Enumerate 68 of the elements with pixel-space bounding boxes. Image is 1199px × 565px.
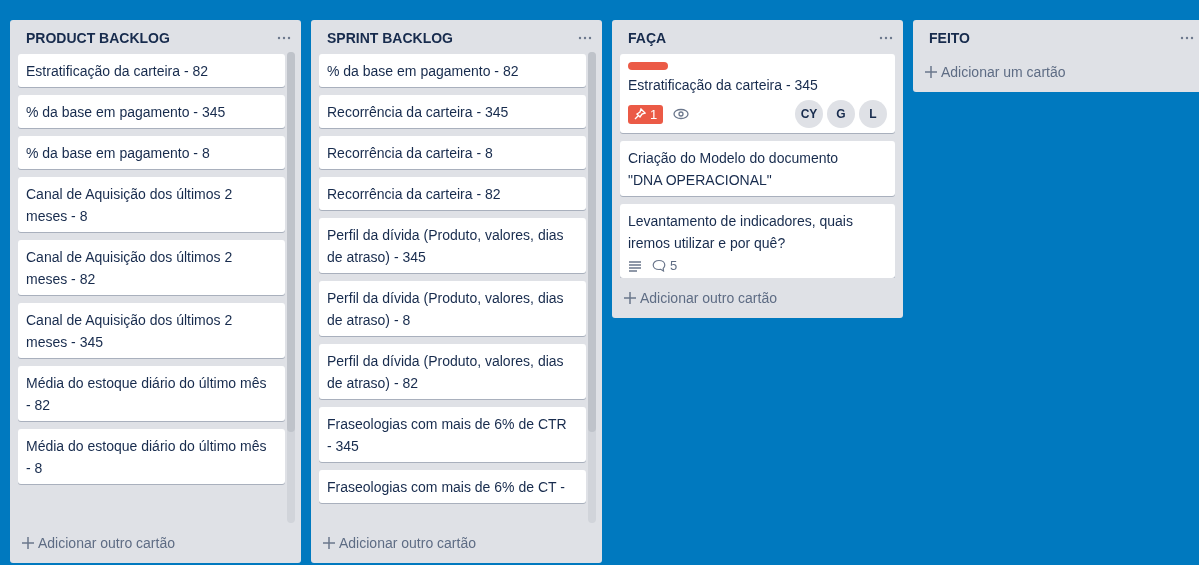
card[interactable]: % da base em pagamento - 8 (18, 136, 285, 169)
more-icon[interactable] (1180, 36, 1194, 40)
card[interactable]: Média do estoque diário do último mês - 82 (18, 366, 285, 421)
list-title[interactable]: PRODUCT BACKLOG (26, 30, 170, 46)
comment-count: 5 (670, 258, 678, 273)
pin-icon (634, 108, 646, 120)
card-title: Perfil da dívida (Produto, valores, dias de atraso) - 8 (327, 289, 565, 330)
description-icon (628, 259, 642, 272)
list-title[interactable]: SPRINT BACKLOG (327, 30, 453, 46)
add-card-button[interactable]: Adicionar um cartão (921, 60, 1196, 84)
more-icon[interactable] (578, 36, 592, 40)
plus-icon (925, 66, 937, 78)
card[interactable]: Recorrência da carteira - 345 (319, 95, 586, 128)
card[interactable]: Canal de Aquisição dos últimos 2 meses - 82 (18, 240, 285, 295)
card-title: Estratificação da carteira - 82 (26, 62, 210, 81)
add-card-button[interactable]: Adicionar outro cartão (18, 531, 293, 555)
card[interactable]: Perfil da dívida (Produto, valores, dias de atraso) - 8 (319, 281, 586, 336)
card-title: Fraseologias com mais de 6% de CTR - 345 (327, 415, 568, 456)
card-title: Fraseologias com mais de 6% de CT - (327, 478, 566, 497)
card[interactable]: Canal de Aquisição dos últimos 2 meses - 8 (18, 177, 285, 232)
comment-icon (652, 259, 666, 272)
pin-badge: 1 (628, 104, 664, 124)
plus-icon (624, 292, 636, 304)
member-avatar[interactable]: L (859, 100, 887, 128)
more-icon[interactable] (879, 36, 893, 40)
card-title: Perfil da dívida (Produto, valores, dias de atraso) - 82 (327, 352, 565, 393)
card[interactable]: Estratificação da carteira - 82 (18, 54, 285, 87)
card-title: Canal de Aquisição dos últimos 2 meses - 8 (26, 185, 234, 226)
card[interactable]: Média do estoque diário do último mês - 8 (18, 429, 285, 484)
card-title: Canal de Aquisição dos últimos 2 meses - 82 (26, 248, 234, 289)
plus-icon (323, 537, 335, 549)
card-title: Criação do Modelo do documento "DNA OPERACIONAL" (628, 149, 840, 190)
card[interactable]: Canal de Aquisição dos últimos 2 meses - 345 (18, 303, 285, 358)
card[interactable]: Recorrência da carteira - 8 (319, 136, 586, 169)
card[interactable]: Fraseologias com mais de 6% de CT - (319, 470, 586, 503)
card-title: Estratificação da carteira - 345 (628, 76, 819, 95)
card-title: Recorrência da carteira - 345 (327, 103, 510, 122)
list-title[interactable]: FEITO (929, 30, 970, 46)
card[interactable]: Fraseologias com mais de 6% de CTR - 345 (319, 407, 586, 462)
card-title: Canal de Aquisição dos últimos 2 meses - 345 (26, 311, 234, 352)
scrollbar[interactable] (588, 52, 596, 523)
plus-icon (22, 537, 34, 549)
card-title: Perfil da dívida (Produto, valores, dias de atraso) - 345 (327, 226, 565, 267)
card-title: % da base em pagamento - 345 (26, 103, 227, 122)
card[interactable]: Criação do Modelo do documento "DNA OPERACIONAL" (620, 141, 895, 196)
member-avatar[interactable]: CY (795, 100, 823, 128)
card-title: Média do estoque diário do último mês - 8 (26, 437, 268, 478)
card-title: Recorrência da carteira - 8 (327, 144, 494, 163)
list-title[interactable]: FAÇA (628, 30, 667, 46)
card[interactable]: Estratificação da carteira - 345 1 CY G L (620, 54, 895, 133)
more-icon[interactable] (277, 36, 291, 40)
card-title: Recorrência da carteira - 82 (327, 185, 502, 204)
card[interactable]: Recorrência da carteira - 82 (319, 177, 586, 210)
eye-icon (673, 108, 690, 120)
card-title: % da base em pagamento - 8 (26, 144, 211, 163)
card-title: Média do estoque diário do último mês - 82 (26, 374, 268, 415)
add-card-button[interactable]: Adicionar outro cartão (620, 286, 895, 310)
card-title: Levantamento de indicadores, quais iremos utilizar e por quê? (628, 212, 854, 253)
add-card-button[interactable]: Adicionar outro cartão (319, 531, 594, 555)
member-avatar[interactable]: G (827, 100, 855, 128)
card[interactable]: Levantamento de indicadores, quais iremos utilizar e por quê? 5 (620, 204, 895, 278)
card-label[interactable] (628, 62, 668, 70)
scrollbar[interactable] (287, 52, 295, 523)
card[interactable]: Perfil da dívida (Produto, valores, dias de atraso) - 82 (319, 344, 586, 399)
card[interactable]: % da base em pagamento - 345 (18, 95, 285, 128)
card[interactable]: Perfil da dívida (Produto, valores, dias de atraso) - 345 (319, 218, 586, 273)
card[interactable]: % da base em pagamento - 82 (319, 54, 586, 87)
card-title: % da base em pagamento - 82 (327, 62, 520, 81)
